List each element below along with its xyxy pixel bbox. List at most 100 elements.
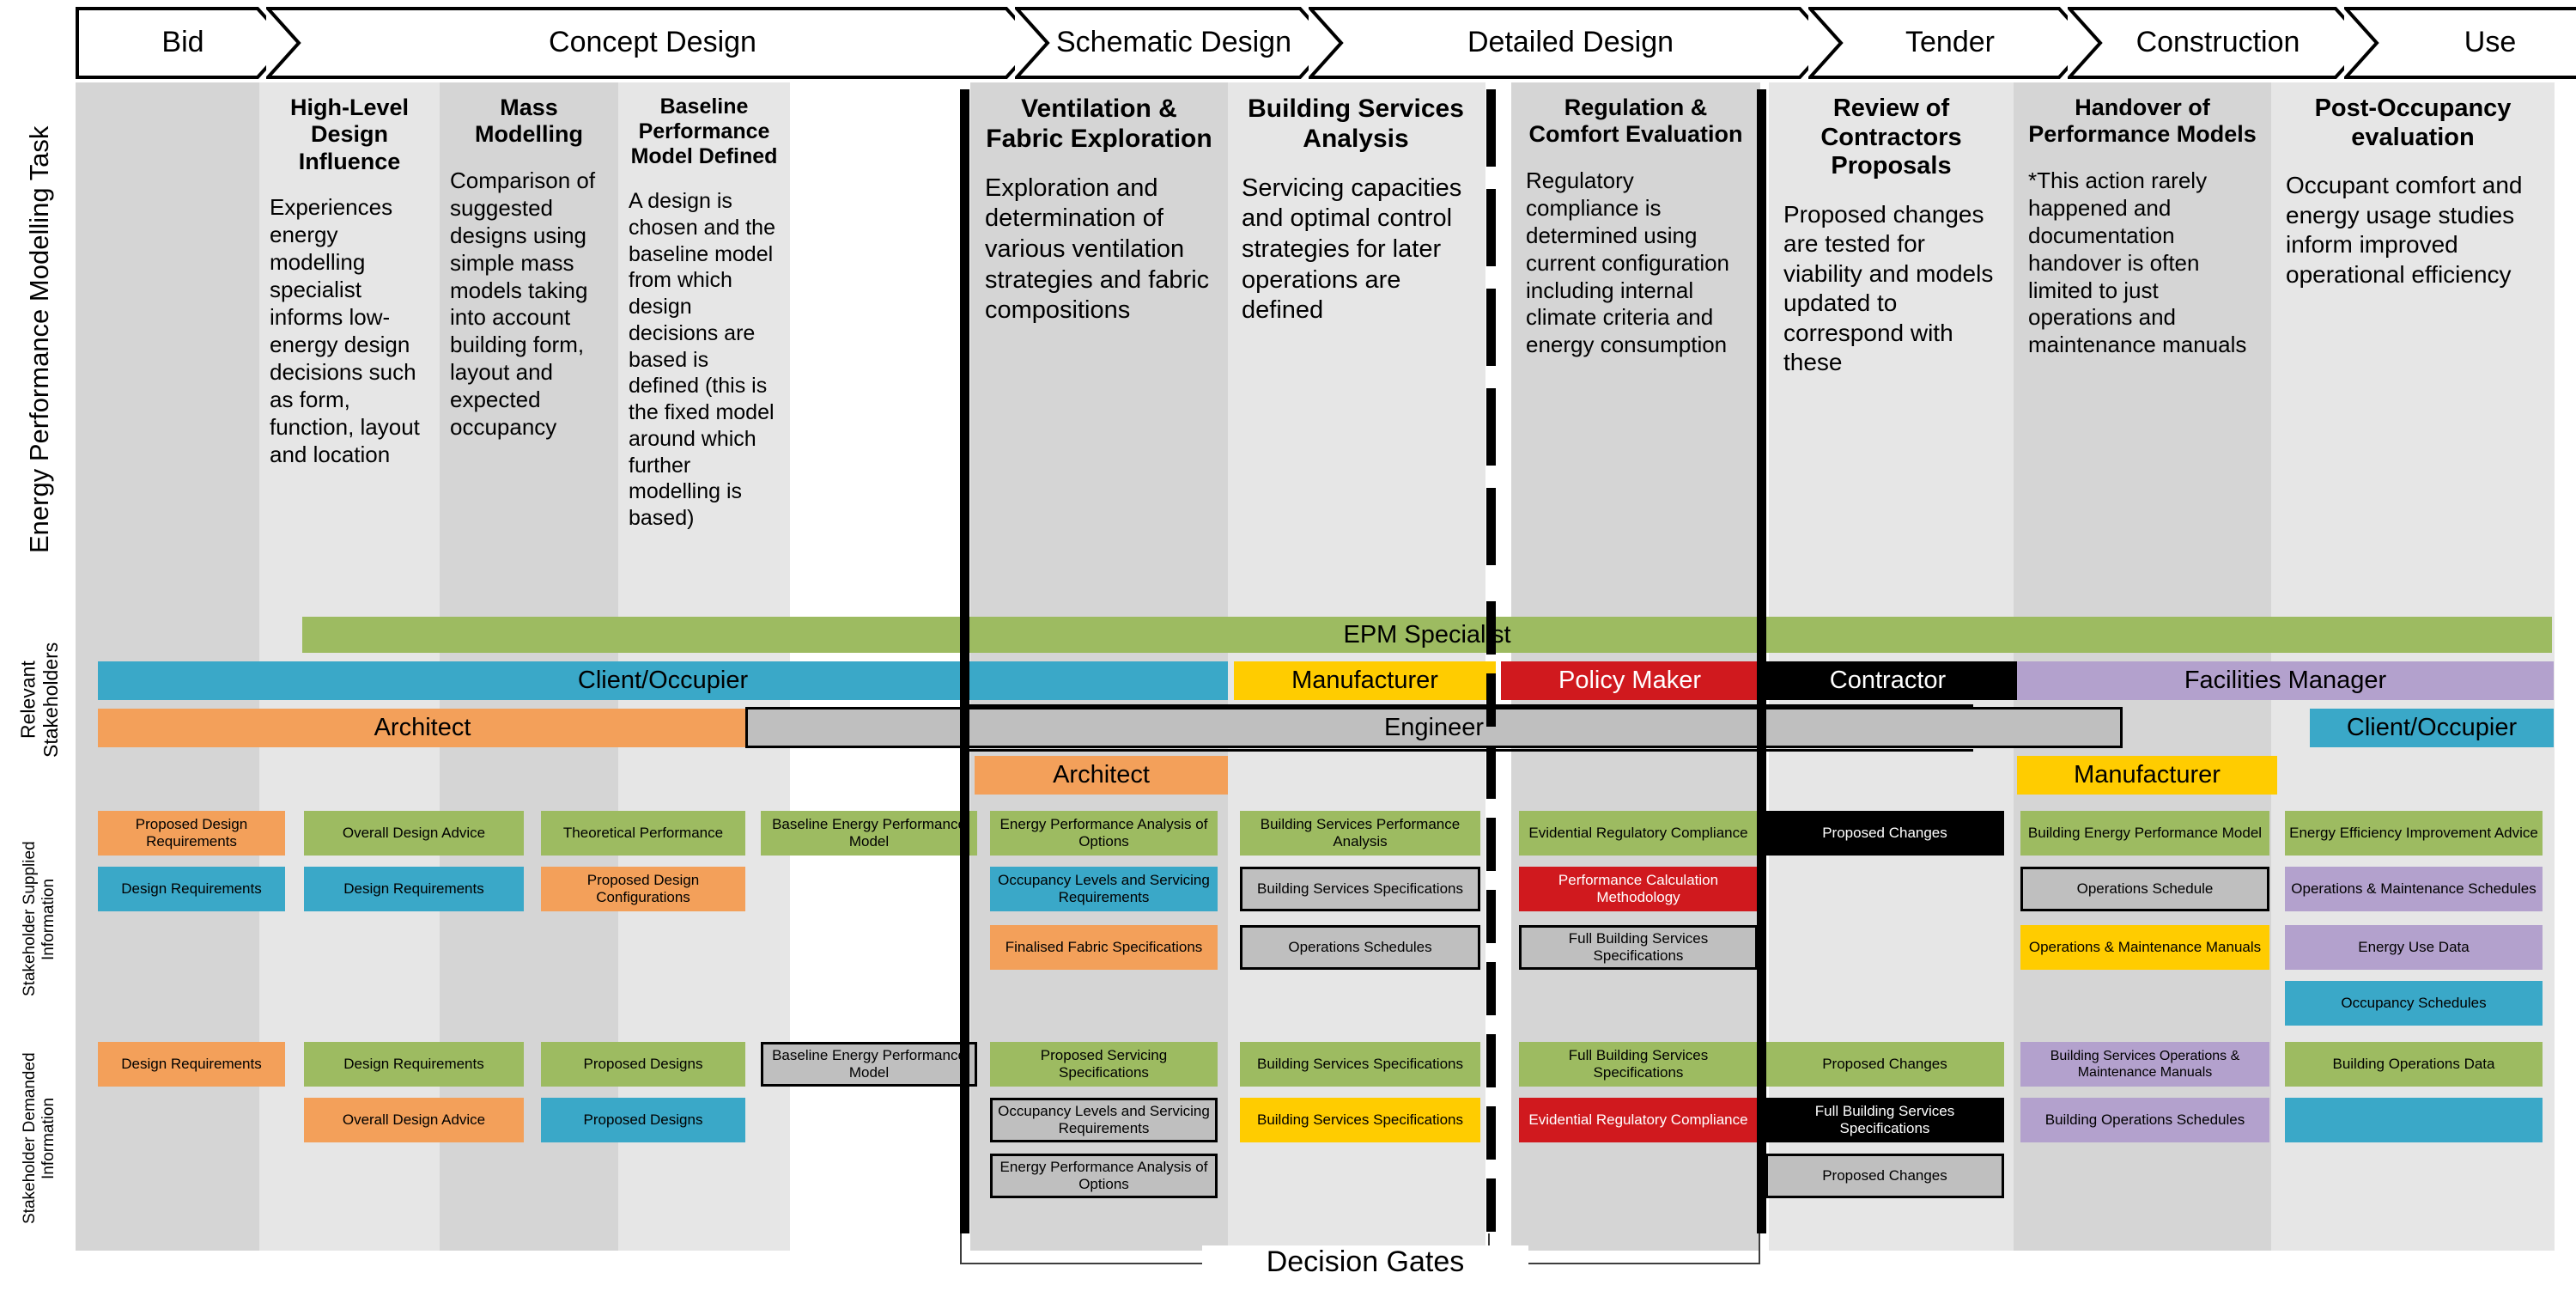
chip-label: Building Services Performance Analysis: [1260, 815, 1461, 850]
demanded-chip[interactable]: Proposed Designs: [541, 1042, 745, 1087]
task-desc: Occupant comfort and energy usage studie…: [2286, 172, 2523, 288]
stakeholder-bar-label: Architect: [1053, 761, 1150, 789]
phase-bid[interactable]: Bid: [76, 7, 290, 79]
task-title: Mass Modelling: [475, 94, 583, 148]
supplied-chip[interactable]: Design Requirements: [304, 867, 524, 911]
demanded-chip[interactable]: Occupancy Levels and Servicing Requireme…: [990, 1098, 1218, 1142]
demanded-chip[interactable]: Proposed Servicing Specifications: [990, 1042, 1218, 1087]
demanded-chip[interactable]: Full Building Services Specifications: [1519, 1042, 1758, 1087]
demanded-chip[interactable]: Building Operations Schedules: [2020, 1098, 2269, 1142]
stakeholder-bar-policy-maker[interactable]: Policy Maker: [1501, 661, 1759, 700]
chip-label: Operations & Maintenance Schedules: [2291, 880, 2537, 897]
supplied-chip[interactable]: Proposed Changes: [1765, 811, 2004, 856]
decision-gate-line-detailed-end: [1757, 89, 1766, 1233]
bracket-left-tick: [960, 1233, 962, 1263]
stakeholder-bar-architect-2[interactable]: Architect: [975, 756, 1228, 795]
stakeholder-bar-client-occupier-1[interactable]: Client/Occupier: [98, 661, 1228, 700]
supplied-chip[interactable]: Building Services Performance Analysis: [1240, 811, 1480, 856]
stakeholder-bar-label: Contractor: [1829, 667, 1947, 694]
supplied-chip[interactable]: Proposed Design Requirements: [98, 811, 285, 856]
phase-construction[interactable]: Construction: [2068, 7, 2368, 79]
supplied-chip[interactable]: Occupancy Schedules: [2285, 981, 2543, 1026]
demanded-chip[interactable]: Design Requirements: [304, 1042, 524, 1087]
chip-label: Energy Use Data: [2358, 938, 2470, 955]
supplied-chip[interactable]: Occupancy Levels and Servicing Requireme…: [990, 867, 1218, 911]
supplied-chip[interactable]: Evidential Regulatory Compliance: [1519, 811, 1758, 856]
supplied-chip[interactable]: Operations Schedule: [2020, 867, 2269, 911]
chip-label: Building Services Operations & Maintenan…: [2050, 1048, 2240, 1080]
task-desc: Experiences energy modelling specialist …: [270, 193, 420, 467]
chip-label: Building Services Specifications: [1256, 880, 1463, 897]
phase-label: Concept Design: [549, 26, 756, 59]
demanded-chip[interactable]: Energy Performance Analysis of Options: [990, 1154, 1218, 1198]
stakeholder-bar-architect-1[interactable]: Architect: [98, 709, 747, 747]
demanded-chip[interactable]: Baseline Energy Performance Model: [761, 1042, 977, 1087]
demanded-chip[interactable]: Design Requirements: [98, 1042, 285, 1087]
chip-label: Occupancy Levels and Servicing Requireme…: [998, 871, 1210, 905]
phase-label: Use: [2464, 26, 2517, 59]
demanded-chip[interactable]: Proposed Designs: [541, 1098, 745, 1142]
demanded-chip[interactable]: [2285, 1098, 2543, 1142]
supplied-chip[interactable]: Energy Use Data: [2285, 925, 2543, 970]
bracket-right-tick: [1759, 1233, 1760, 1263]
demanded-chip[interactable]: Evidential Regulatory Compliance: [1519, 1098, 1758, 1142]
supplied-chip[interactable]: Overall Design Advice: [304, 811, 524, 856]
chip-label: Occupancy Levels and Servicing Requireme…: [998, 1102, 1210, 1136]
chip-label: Operations Schedule: [2076, 880, 2214, 897]
stakeholder-bar-label: Policy Maker: [1558, 667, 1701, 694]
task-desc: Comparison of suggested designs using si…: [450, 167, 596, 441]
phase-use[interactable]: Use: [2344, 7, 2576, 79]
stakeholder-bar-label-wrap: Engineer: [748, 709, 2120, 746]
supplied-chip[interactable]: Operations & Maintenance Manuals: [2020, 925, 2269, 970]
stakeholder-bar-manufacturer-1[interactable]: Manufacturer: [1234, 661, 1496, 700]
stakeholder-bar-client-occupier-2[interactable]: Client/Occupier: [2310, 709, 2554, 747]
phase-concept-design[interactable]: Concept Design: [266, 7, 1039, 79]
chip-label: Operations & Maintenance Manuals: [2028, 938, 2262, 955]
supplied-chip[interactable]: Building Energy Performance Model: [2020, 811, 2269, 856]
demanded-chip[interactable]: Proposed Changes: [1765, 1042, 2004, 1087]
demanded-chip[interactable]: Building Operations Data: [2285, 1042, 2543, 1087]
chip-label: Full Building Services Specifications: [1568, 929, 1709, 964]
stakeholder-bar-engineer[interactable]: Engineer: [745, 707, 2123, 748]
stakeholder-separator-bottom: [960, 749, 1973, 752]
decision-gate-line-detailed-mid-top: [1486, 89, 1496, 605]
demanded-chip[interactable]: Building Services Specifications: [1240, 1098, 1480, 1142]
phase-schematic-design[interactable]: Schematic Design: [1015, 7, 1333, 79]
supplied-chip[interactable]: Performance Calculation Methodology: [1519, 867, 1758, 911]
demanded-chip[interactable]: Full Building Services Specifications: [1765, 1098, 2004, 1142]
supplied-chip[interactable]: Operations Schedules: [1240, 925, 1480, 970]
chip-label: Performance Calculation Methodology: [1558, 871, 1719, 905]
stakeholder-bar-contractor[interactable]: Contractor: [1757, 661, 2019, 700]
chip-label: Operations Schedules: [1288, 938, 1432, 955]
supplied-chip[interactable]: Finalised Fabric Specifications: [990, 925, 1218, 970]
chip-label: Proposed Design Configurations: [586, 871, 700, 905]
stakeholder-bar-epm-specialist[interactable]: EPM Specialist: [302, 617, 2552, 653]
demanded-chip[interactable]: Proposed Changes: [1765, 1154, 2004, 1198]
supplied-chip[interactable]: Proposed Design Configurations: [541, 867, 745, 911]
row-label-stakeholders: Relevant Stakeholders: [16, 642, 62, 758]
supplied-chip[interactable]: Design Requirements: [98, 867, 285, 911]
phase-detailed-design[interactable]: Detailed Design: [1309, 7, 1832, 79]
supplied-chip[interactable]: Baseline Energy Performance Model: [761, 811, 977, 856]
supplied-chip[interactable]: Full Building Services Specifications: [1519, 925, 1758, 970]
stakeholder-bar-facilities-manager[interactable]: Facilities Manager: [2017, 661, 2554, 700]
phase-tender[interactable]: Tender: [1808, 7, 2092, 79]
supplied-chip[interactable]: Building Services Specifications: [1240, 867, 1480, 911]
chip-label: Full Building Services Specifications: [1814, 1102, 1955, 1136]
supplied-chip[interactable]: Energy Efficiency Improvement Advice: [2285, 811, 2543, 856]
row-label-task: Energy Performance Modelling Task: [24, 125, 55, 553]
chip-label: Proposed Designs: [583, 1111, 703, 1128]
stakeholder-bar-label: Client/Occupier: [577, 667, 749, 694]
chip-label: Proposed Changes: [1822, 1055, 1947, 1072]
task-title: Review of Contractors Proposals: [1820, 94, 1962, 180]
chip-label: Design Requirements: [343, 880, 484, 897]
stakeholder-bar-manufacturer-2[interactable]: Manufacturer: [2017, 756, 2277, 795]
supplied-chip[interactable]: Energy Performance Analysis of Options: [990, 811, 1218, 856]
supplied-chip[interactable]: Theoretical Performance: [541, 811, 745, 856]
task-cell-baseline: Baseline Performance Model Defined A des…: [618, 86, 790, 593]
demanded-chip[interactable]: Building Services Operations & Maintenan…: [2020, 1042, 2269, 1087]
supplied-chip[interactable]: Operations & Maintenance Schedules: [2285, 867, 2543, 911]
demanded-chip[interactable]: Overall Design Advice: [304, 1098, 524, 1142]
chip-label: Evidential Regulatory Compliance: [1528, 824, 1748, 841]
demanded-chip[interactable]: Building Services Specifications: [1240, 1042, 1480, 1087]
